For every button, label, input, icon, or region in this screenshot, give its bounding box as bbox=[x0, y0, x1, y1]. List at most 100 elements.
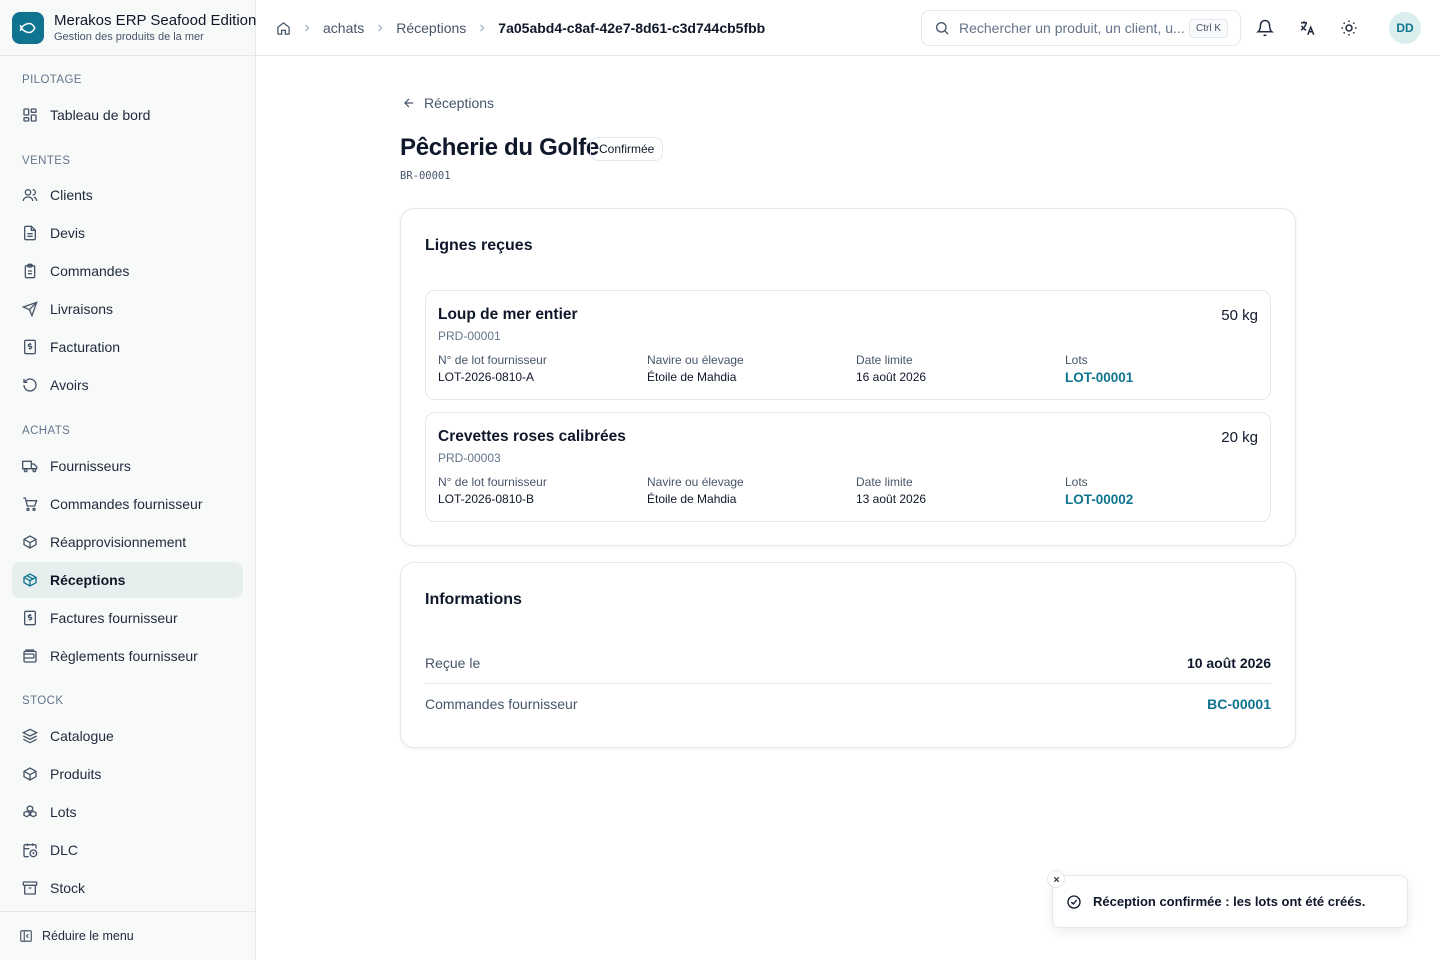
breadcrumb-current: 7a05abd4-c8af-42e7-8d61-c3d744cb5fbb bbox=[498, 20, 766, 36]
sidebar-item-clients[interactable]: Clients bbox=[12, 177, 243, 213]
panel-left-close-icon bbox=[20, 930, 32, 942]
sidebar-item-produits[interactable]: Produits bbox=[12, 756, 243, 792]
search-shortcut: Ctrl K bbox=[1189, 19, 1228, 38]
sidebar-item-label: Livraisons bbox=[50, 301, 114, 317]
sidebar-item-commandes[interactable]: Commandes bbox=[12, 253, 243, 289]
wallet-icon bbox=[23, 649, 37, 663]
field-label: Date limite bbox=[856, 475, 913, 489]
layers-icon bbox=[22, 728, 38, 744]
translate-icon bbox=[1300, 21, 1315, 36]
arrow-left-icon bbox=[404, 98, 414, 108]
supplier-orders-row: Commandes fournisseur BC-00001 bbox=[425, 684, 1271, 724]
search-icon bbox=[936, 22, 949, 35]
sidebar-item-label: Lots bbox=[50, 804, 77, 820]
sidebar-item-label: Facturation bbox=[50, 339, 121, 355]
language-button[interactable] bbox=[1293, 14, 1321, 42]
sidebar-item-avoirs[interactable]: Avoirs bbox=[12, 367, 243, 403]
lot-link[interactable]: LOT-00002 bbox=[1065, 492, 1133, 507]
product-code: PRD-00001 bbox=[438, 329, 501, 343]
sidebar-item-label: Devis bbox=[50, 225, 86, 241]
supplier-orders-label: Commandes fournisseur bbox=[425, 696, 578, 712]
lots-field: Lots LOT-00001 bbox=[1065, 353, 1133, 385]
sidebar-item-commandes-fournisseur[interactable]: Commandes fournisseur bbox=[12, 486, 243, 522]
sidebar-item-dlc[interactable]: DLC bbox=[12, 832, 243, 868]
invoice-icon bbox=[24, 610, 36, 626]
back-label: Réceptions bbox=[424, 95, 495, 111]
received-date-label: Reçue le bbox=[425, 655, 481, 671]
chevron-right-icon bbox=[378, 24, 383, 32]
sidebar-item-lots[interactable]: Lots bbox=[12, 794, 243, 830]
toast-close-button[interactable] bbox=[1047, 870, 1065, 888]
theme-toggle-button[interactable] bbox=[1335, 14, 1363, 42]
cart-icon bbox=[23, 497, 38, 511]
breadcrumb-receptions[interactable]: Réceptions bbox=[396, 20, 466, 36]
product-code: PRD-00003 bbox=[438, 451, 501, 465]
back-link[interactable]: Réceptions bbox=[402, 95, 494, 111]
lot-link[interactable]: LOT-00001 bbox=[1065, 370, 1133, 385]
product-name: Crevettes roses calibrées bbox=[438, 428, 626, 445]
deadline-field: Date limite 13 août 2026 bbox=[856, 475, 926, 506]
lines-card: Lignes reçues Loup de mer entier 50 kg P… bbox=[400, 208, 1296, 546]
bell-icon bbox=[1256, 19, 1274, 37]
sidebar-item-reglements-fournisseur[interactable]: Règlements fournisseur bbox=[12, 638, 243, 674]
sidebar-item-livraisons[interactable]: Livraisons bbox=[12, 291, 243, 327]
sidebar-item-tableau-de-bord[interactable]: Tableau de bord bbox=[12, 97, 243, 133]
notifications-button[interactable] bbox=[1251, 14, 1279, 42]
sidebar-item-label: Règlements fournisseur bbox=[50, 648, 198, 664]
sidebar-item-label: Clients bbox=[50, 187, 93, 203]
home-icon[interactable] bbox=[276, 21, 291, 36]
field-value: LOT-2026-0810-B bbox=[438, 492, 535, 506]
supplier-order-link[interactable]: BC-00001 bbox=[1207, 696, 1271, 712]
breadcrumb: achats Réceptions 7a05abd4-c8af-42e7-8d6… bbox=[276, 0, 765, 56]
sidebar-item-reapprovisionnement[interactable]: Réapprovisionnement bbox=[12, 524, 243, 560]
archive-icon bbox=[22, 881, 38, 895]
calendar-clock-icon bbox=[23, 843, 38, 858]
page-title: Pêcherie du Golfe bbox=[400, 134, 599, 161]
field-value: Étoile de Mahdia bbox=[647, 370, 737, 384]
collapse-menu-button[interactable]: Réduire le menu bbox=[0, 911, 255, 960]
toast-message: Réception confirmée : les lots ont été c… bbox=[1093, 894, 1366, 909]
search-placeholder: Rechercher un produit, un client, u... bbox=[959, 20, 1185, 36]
section-label-pilotage: PILOTAGE bbox=[22, 74, 82, 86]
close-icon bbox=[1053, 876, 1059, 882]
breadcrumb-achats[interactable]: achats bbox=[323, 20, 364, 36]
toast-notification: Réception confirmée : les lots ont été c… bbox=[1047, 870, 1408, 928]
sidebar-item-label: Réceptions bbox=[50, 572, 126, 588]
sidebar-item-label: Commandes fournisseur bbox=[50, 496, 203, 512]
field-label: Lots bbox=[1065, 475, 1088, 489]
section-label-stock: STOCK bbox=[22, 695, 64, 707]
sidebar-item-stock[interactable]: Stock bbox=[12, 870, 243, 906]
sidebar-item-devis[interactable]: Devis bbox=[12, 215, 243, 251]
sidebar-item-facturation[interactable]: Facturation bbox=[12, 329, 243, 365]
section-label-ventes: VENTES bbox=[22, 155, 71, 167]
sidebar-item-label: Produits bbox=[50, 766, 102, 782]
brand[interactable]: Merakos ERP Seafood Edition Gestion des … bbox=[0, 0, 256, 56]
sidebar-item-label: Commandes bbox=[50, 263, 130, 279]
avatar[interactable]: DD bbox=[1389, 12, 1421, 44]
chevron-right-icon bbox=[480, 24, 485, 32]
file-text-icon bbox=[24, 225, 36, 241]
sidebar-item-label: Réapprovisionnement bbox=[50, 534, 187, 550]
field-value: 16 août 2026 bbox=[856, 370, 927, 384]
vessel-field: Navire ou élevage Étoile de Mahdia bbox=[647, 475, 744, 506]
sidebar-item-receptions[interactable]: Réceptions bbox=[12, 562, 243, 598]
sidebar-item-label: Factures fournisseur bbox=[50, 610, 178, 626]
boxes-icon bbox=[23, 805, 37, 818]
sidebar-item-fournisseurs[interactable]: Fournisseurs bbox=[12, 448, 243, 484]
search-input[interactable]: Rechercher un produit, un client, u... C… bbox=[921, 10, 1241, 46]
fish-logo-icon bbox=[12, 12, 44, 44]
field-value: Étoile de Mahdia bbox=[647, 492, 737, 506]
field-label: N° de lot fournisseur bbox=[438, 475, 547, 489]
field-label: N° de lot fournisseur bbox=[438, 353, 547, 367]
field-label: Lots bbox=[1065, 353, 1088, 367]
info-card-title: Informations bbox=[425, 591, 522, 608]
field-label: Navire ou élevage bbox=[647, 353, 744, 367]
package-check-icon bbox=[23, 573, 37, 587]
check-circle-icon bbox=[1067, 894, 1081, 909]
send-icon bbox=[22, 301, 38, 317]
product-name: Loup de mer entier bbox=[438, 306, 578, 323]
field-value: 13 août 2026 bbox=[856, 492, 927, 506]
sidebar-item-label: Tableau de bord bbox=[50, 107, 151, 123]
sidebar-item-catalogue[interactable]: Catalogue bbox=[12, 718, 243, 754]
sidebar-item-factures-fournisseur[interactable]: Factures fournisseur bbox=[12, 600, 243, 636]
